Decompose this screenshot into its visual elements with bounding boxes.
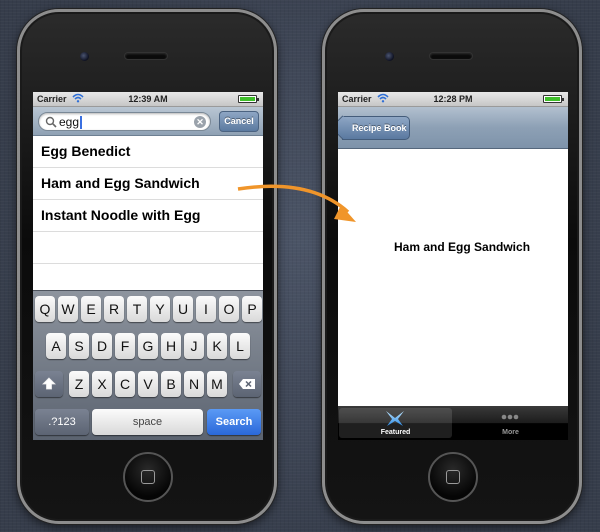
key-l[interactable]: L [230,333,250,359]
key-v[interactable]: V [138,371,158,397]
result-ham-and-egg-sandwich[interactable]: Ham and Egg Sandwich [33,168,263,200]
search-results: Egg Benedict Ham and Egg Sandwich Instan… [33,136,263,264]
home-square-icon [446,470,460,484]
key-y[interactable]: Y [150,296,170,322]
cancel-button[interactable]: Cancel [219,111,259,132]
key-e[interactable]: E [81,296,101,322]
key-b[interactable]: B [161,371,181,397]
numbers-key[interactable]: .?123 [35,409,89,435]
tab-more-label: More [502,429,519,436]
keyboard-row-2: A S D F G H J K L [33,333,263,359]
shift-key[interactable] [35,371,63,397]
more-dots-icon [501,414,519,420]
delete-key[interactable] [233,371,261,397]
tab-bar: Featured More [338,406,568,440]
speaker-grille [124,52,168,60]
key-k[interactable]: K [207,333,227,359]
key-c[interactable]: C [115,371,135,397]
space-key[interactable]: space [92,409,203,435]
back-button[interactable]: Recipe Book [342,116,410,140]
recipe-title: Ham and Egg Sandwich [394,240,531,254]
clear-search-icon[interactable]: ✕ [194,116,206,128]
key-i[interactable]: I [196,296,216,322]
left-phone: Carrier 12:39 AM egg ✕ Cancel Egg Benedi… [17,9,277,524]
key-g[interactable]: G [138,333,158,359]
home-button[interactable] [428,452,478,502]
key-f[interactable]: F [115,333,135,359]
key-w[interactable]: W [58,296,78,322]
battery-icon [238,95,259,103]
key-p[interactable]: P [242,296,262,322]
search-icon [45,116,57,128]
keyboard-row-4: .?123 space Search [33,409,263,435]
key-o[interactable]: O [219,296,239,322]
search-query: egg [59,115,83,129]
status-bar: Carrier 12:39 AM [33,92,263,107]
result-egg-benedict[interactable]: Egg Benedict [33,136,263,168]
key-m[interactable]: M [207,371,227,397]
shift-icon [42,377,56,390]
camera-icon [80,52,89,61]
tab-featured[interactable]: Featured [339,408,452,438]
speaker-grille [429,52,473,60]
battery-icon [543,95,564,103]
search-key[interactable]: Search [207,409,261,435]
right-phone: Carrier 12:28 PM Recipe Book Ham and Egg… [322,9,582,524]
home-button[interactable] [123,452,173,502]
navigation-bar: Recipe Book [338,107,568,149]
key-h[interactable]: H [161,333,181,359]
keyboard: Q W E R T Y U I O P A S D F G H J K L Z … [33,290,263,440]
key-r[interactable]: R [104,296,124,322]
search-screen: Carrier 12:39 AM egg ✕ Cancel Egg Benedi… [33,92,263,440]
backspace-icon [239,379,255,389]
detail-screen: Carrier 12:28 PM Recipe Book Ham and Egg… [338,92,568,440]
key-u[interactable]: U [173,296,193,322]
key-t[interactable]: T [127,296,147,322]
home-square-icon [141,470,155,484]
tab-featured-label: Featured [380,429,411,436]
back-button-label: Recipe Book [352,123,407,133]
status-bar: Carrier 12:28 PM [338,92,568,107]
empty-row [33,232,263,264]
key-z[interactable]: Z [69,371,89,397]
key-j[interactable]: J [184,333,204,359]
keyboard-row-3: Z X C V B N M [33,371,263,397]
tab-more[interactable]: More [454,408,567,438]
search-input[interactable]: egg ✕ [38,112,211,131]
status-time: 12:39 AM [128,94,168,104]
result-instant-noodle-with-egg[interactable]: Instant Noodle with Egg [33,200,263,232]
camera-icon [385,52,394,61]
keyboard-row-1: Q W E R T Y U I O P [33,296,263,322]
search-bar: egg ✕ Cancel [33,107,263,136]
key-x[interactable]: X [92,371,112,397]
text-cursor [80,115,83,129]
key-s[interactable]: S [69,333,89,359]
star-icon [386,411,404,426]
key-n[interactable]: N [184,371,204,397]
key-a[interactable]: A [46,333,66,359]
key-q[interactable]: Q [35,296,55,322]
key-d[interactable]: D [92,333,112,359]
status-time: 12:28 PM [433,94,473,104]
